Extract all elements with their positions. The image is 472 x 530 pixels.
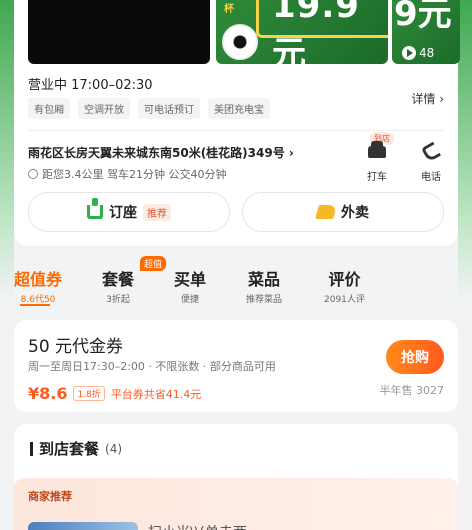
store-info-card: 杯 19.9元 9元 48 营业中 17:00–02:30 有包厢 空调开放 可… (14, 0, 460, 246)
amenity-tags: 有包厢 空调开放 可电话预订 美团充电宝 (28, 98, 270, 119)
tab-active-indicator (20, 304, 50, 306)
distance-text: 距您3.4公里 驾车21分钟 公交40分钟 (42, 168, 227, 181)
soccer-ball-icon (222, 24, 258, 60)
divider (28, 130, 444, 131)
play-icon (402, 46, 416, 60)
voucher-price-row: ¥8.6 1.8折 平台券共省41.4元 (28, 384, 201, 403)
voucher-description: 周一至周日17:30–2:00 · 不限张数 · 部分商品可用 (28, 360, 276, 373)
amenity-tag: 可电话预订 (138, 98, 200, 119)
video-count: 48 (402, 46, 434, 60)
phone-button[interactable]: 电话 (416, 140, 446, 183)
voucher-card[interactable]: 50 元代金券 周一至周日17:30–2:00 · 不限张数 · 部分商品可用 … (14, 320, 458, 412)
tab-subtitle: 推荐菜品 (246, 295, 283, 305)
video-thumbnail[interactable] (28, 0, 210, 64)
buy-button[interactable]: 抢购 (386, 340, 444, 374)
promo-banner[interactable]: 杯 19.9元 (216, 0, 388, 64)
voucher-savings: 平台券共省41.4元 (110, 387, 202, 401)
tab-title: 评价 (328, 270, 361, 289)
package-thumbnail[interactable] (28, 522, 138, 530)
tab-badge: 超值 (140, 256, 167, 271)
video-banner[interactable]: 9元 48 (392, 0, 460, 64)
business-hours: 营业中 17:00–02:30 (28, 78, 153, 93)
promo-small-text: 杯 (224, 4, 234, 15)
tab-reviews[interactable]: 评价 2091人评 (324, 266, 365, 305)
banner-edge-left (0, 0, 14, 530)
merchant-recommend-box[interactable]: 商家推荐 扫小米\\(单击两 (14, 478, 458, 530)
section-title: 到店套餐 (4) (30, 438, 122, 459)
deal-tabs: 超值券 8.6代50 超值 套餐 3折起 买单 便捷 菜品 推荐菜品 评价 20… (14, 256, 458, 310)
taxi-button[interactable]: 打车 (362, 140, 392, 183)
voucher-title: 50 元代金券 (28, 337, 124, 357)
phone-icon (420, 141, 442, 163)
amenity-tag: 有包厢 (28, 98, 70, 119)
promo-price-text: 19.9元 (272, 0, 360, 64)
car-icon (368, 141, 386, 158)
seat-icon (87, 198, 103, 219)
tab-subtitle: 便捷 (181, 295, 200, 305)
banner-edge-right (458, 0, 472, 530)
section-count: (4) (105, 441, 123, 456)
takeout-button[interactable]: 外卖 (242, 192, 444, 232)
amenity-tag: 空调开放 (78, 98, 130, 119)
location-pin-icon (28, 169, 38, 179)
takeout-label: 外卖 (341, 205, 369, 221)
tab-title: 菜品 (248, 270, 281, 289)
tab-subtitle: 3折起 (106, 295, 130, 305)
section-bar (30, 441, 33, 456)
details-link[interactable]: 详情 › (411, 90, 444, 107)
takeout-icon (315, 205, 337, 219)
tab-title: 买单 (174, 270, 207, 289)
taxi-label: 打车 (367, 172, 387, 183)
merchant-recommend-title: 商家推荐 (28, 490, 72, 503)
phone-label: 电话 (421, 172, 441, 183)
sold-count: 半年售 3027 (379, 384, 445, 397)
media-gallery: 杯 19.9元 9元 48 (28, 0, 460, 66)
distance-info: 距您3.4公里 驾车21分钟 公交40分钟 (28, 166, 226, 182)
tab-pay-bill[interactable]: 买单 便捷 (174, 266, 206, 305)
video-banner-text: 9元 (394, 0, 452, 34)
package-name: 扫小米\\(单击两 (148, 522, 247, 530)
tab-dishes[interactable]: 菜品 推荐菜品 (246, 266, 282, 305)
tab-package[interactable]: 套餐 3折起 (102, 266, 134, 305)
tab-value-voucher[interactable]: 超值券 8.6代50 (14, 266, 63, 306)
action-buttons: 订座 推荐 外卖 (28, 192, 444, 232)
tab-title: 套餐 (102, 270, 135, 289)
voucher-discount-badge: 1.8折 (73, 386, 105, 401)
page: 杯 19.9元 9元 48 营业中 17:00–02:30 有包厢 空调开放 可… (0, 0, 472, 530)
amenity-tag: 美团充电宝 (208, 98, 270, 119)
package-section: 到店套餐 (4) 商家推荐 扫小米\\(单击两 (14, 424, 458, 530)
video-count-value: 48 (419, 46, 435, 60)
recommend-badge: 推荐 (143, 203, 171, 221)
voucher-price: ¥8.6 (28, 384, 68, 403)
tab-title: 超值券 (14, 270, 63, 289)
reserve-seat-button[interactable]: 订座 推荐 (28, 192, 230, 232)
section-title-text: 到店套餐 (39, 440, 100, 458)
store-address[interactable]: 雨花区长房天翼未来城东南50米(桂花路)349号 › (28, 144, 338, 161)
reserve-seat-label: 订座 (109, 205, 137, 221)
tab-subtitle: 2091人评 (324, 295, 365, 305)
